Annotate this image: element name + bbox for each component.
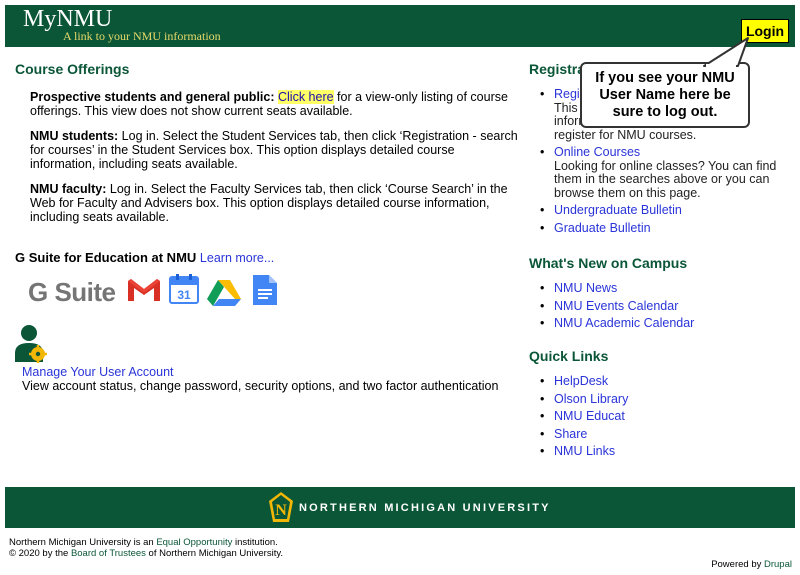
google-drive-icon[interactable] xyxy=(206,279,242,307)
callout-text: If you see your NMU User Name here be su… xyxy=(595,70,735,120)
prospective-label: Prospective students and general public: xyxy=(30,90,275,104)
online-courses-link[interactable]: Online Courses xyxy=(554,145,640,159)
prospective-paragraph: Prospective students and general public:… xyxy=(30,90,520,118)
google-docs-icon[interactable] xyxy=(252,273,278,307)
nmu-educat-link[interactable]: NMU Educat xyxy=(554,409,625,423)
list-item: NMU Links xyxy=(540,444,790,459)
university-name[interactable]: NORTHERN MICHIGAN UNIVERSITY xyxy=(299,502,551,514)
registration-desc-3: register for NMU courses. xyxy=(554,127,697,142)
footer-copy-pre: © 2020 by the xyxy=(9,548,71,559)
powered-by: Powered by Drupal xyxy=(711,559,792,570)
footer-line-1: Northern Michigan University is an Equal… xyxy=(9,537,278,548)
board-of-trustees-link[interactable]: Board of Trustees xyxy=(71,548,146,559)
list-item: NMU Academic Calendar xyxy=(540,316,790,331)
manage-account-link[interactable]: Manage Your User Account xyxy=(22,365,174,379)
events-calendar-link[interactable]: NMU Events Calendar xyxy=(554,299,678,313)
helpdesk-link[interactable]: HelpDesk xyxy=(554,374,608,388)
google-calendar-icon[interactable]: 31 xyxy=(169,274,199,304)
logout-callout: If you see your NMU User Name here be su… xyxy=(580,62,750,128)
whats-new-list: NMU News NMU Events Calendar NMU Academi… xyxy=(540,281,790,335)
footer-eo-pre: Northern Michigan University is an xyxy=(9,537,157,548)
whats-new-heading: What's New on Campus xyxy=(529,255,688,271)
online-courses-desc: Looking for online classes? You can find… xyxy=(554,158,777,200)
site-subtitle: A link to your NMU information xyxy=(63,29,221,43)
site-header: MyNMU A link to your NMU information xyxy=(5,5,795,47)
quick-links-list: HelpDesk Olson Library NMU Educat Share … xyxy=(540,374,790,463)
learn-more-link[interactable]: Learn more... xyxy=(200,251,274,265)
drupal-link[interactable]: Drupal xyxy=(764,559,792,570)
footer-band: N NORTHERN MICHIGAN UNIVERSITY xyxy=(5,487,795,528)
footer-eo-post: institution. xyxy=(232,537,278,548)
nmu-seal-icon: N xyxy=(269,492,293,522)
faculty-label: NMU faculty: xyxy=(30,182,107,196)
academic-calendar-link[interactable]: NMU Academic Calendar xyxy=(554,316,694,330)
graduate-bulletin-link[interactable]: Graduate Bulletin xyxy=(554,221,651,235)
registration-heading: Registra xyxy=(529,61,586,77)
list-item: NMU Events Calendar xyxy=(540,299,790,314)
list-item: Olson Library xyxy=(540,392,790,407)
calendar-day: 31 xyxy=(177,288,191,302)
list-item: NMU Educat xyxy=(540,409,790,424)
course-offerings-heading: Course Offerings xyxy=(15,61,130,77)
share-link[interactable]: Share xyxy=(554,427,587,441)
callout-tail xyxy=(703,37,749,67)
list-item: Online Courses Looking for online classe… xyxy=(540,145,790,200)
equal-opportunity-link[interactable]: Equal Opportunity xyxy=(156,537,232,548)
manage-account-description: View account status, change password, se… xyxy=(22,379,499,393)
gsuite-logo[interactable]: G Suite xyxy=(28,277,116,308)
list-item: Undergraduate Bulletin xyxy=(540,203,790,218)
faculty-paragraph: NMU faculty: Log in. Select the Faculty … xyxy=(30,182,520,224)
students-label: NMU students: xyxy=(30,129,119,143)
footer-line-2: © 2020 by the Board of Trustees of North… xyxy=(9,548,283,559)
olson-library-link[interactable]: Olson Library xyxy=(554,392,628,406)
students-paragraph: NMU students: Log in. Select the Student… xyxy=(30,129,520,171)
list-item: Share xyxy=(540,427,790,442)
gsuite-heading: G Suite for Education at NMU Learn more.… xyxy=(15,250,274,265)
click-here-link[interactable]: Click here xyxy=(278,90,334,104)
list-item: HelpDesk xyxy=(540,374,790,389)
quick-links-heading: Quick Links xyxy=(529,348,609,364)
nmu-links-link[interactable]: NMU Links xyxy=(554,444,615,458)
gmail-icon[interactable] xyxy=(126,277,162,303)
list-item: Graduate Bulletin xyxy=(540,221,790,236)
nmu-news-link[interactable]: NMU News xyxy=(554,281,617,295)
list-item: NMU News xyxy=(540,281,790,296)
undergraduate-bulletin-link[interactable]: Undergraduate Bulletin xyxy=(554,203,682,217)
gsuite-heading-text: G Suite for Education at NMU xyxy=(15,250,197,265)
powered-by-text: Powered by xyxy=(711,559,764,570)
seal-letter: N xyxy=(275,502,287,519)
footer-copy-post: of Northern Michigan University. xyxy=(145,548,284,559)
user-settings-icon[interactable] xyxy=(14,324,48,364)
